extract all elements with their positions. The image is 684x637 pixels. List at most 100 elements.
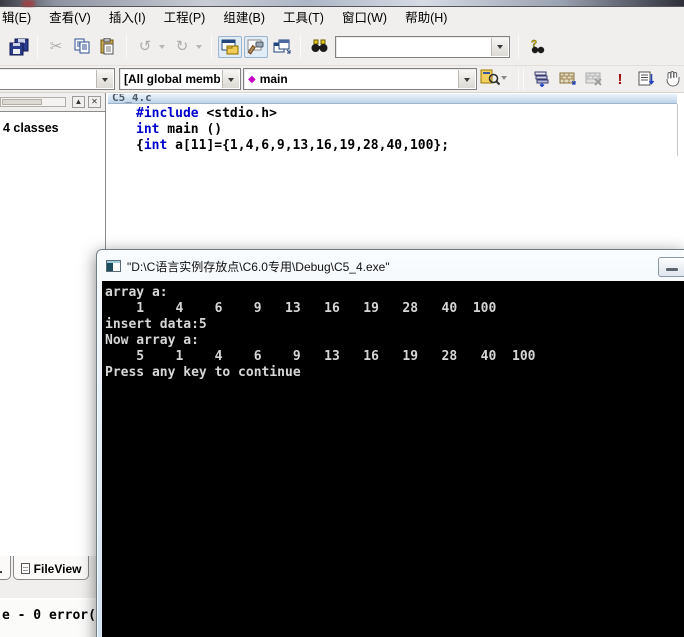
menu-item-3[interactable]: 工程(P) (155, 8, 215, 28)
code-line: int main () (136, 122, 449, 138)
compile-icon (533, 71, 551, 87)
function-combo-value: ◆main (248, 72, 456, 86)
workspace-close-button[interactable]: ✕ (88, 96, 101, 108)
console-icon (106, 260, 121, 272)
workspace-tab-[interactable]: .. (0, 556, 11, 580)
toolbar-separator (523, 68, 524, 90)
cascade-windows-icon (273, 39, 291, 55)
members-combo-value: [All global members] (124, 72, 220, 86)
toolbar-separator (518, 68, 519, 90)
tree-item-classes[interactable]: 4 classes (3, 121, 59, 135)
cascade-windows-button[interactable] (270, 36, 294, 58)
build-button[interactable] (556, 68, 580, 90)
workspace-dock-button[interactable]: ▲ (72, 96, 85, 108)
cut-button[interactable]: ✂ (44, 36, 68, 58)
search-help-icon: ? (528, 38, 546, 55)
code-area[interactable]: #include <stdio.h>int main (){int a[11]=… (136, 106, 449, 154)
menu-item-2[interactable]: 插入(I) (100, 8, 155, 28)
go-button[interactable] (634, 68, 658, 90)
code-keyword: int (136, 122, 159, 137)
paste-icon (100, 38, 116, 55)
toolbar-separator (518, 35, 519, 59)
code-line: #include <stdio.h> (136, 106, 449, 122)
find-combo-dropdown[interactable] (491, 38, 508, 56)
members-combo[interactable]: [All global members] (119, 68, 241, 90)
class-combo[interactable] (0, 68, 115, 90)
output-hammer-icon (247, 39, 265, 55)
wizard-actions-dropdown-arrow[interactable] (501, 76, 507, 83)
standard-toolbar: ✂ ↺ ↻ (0, 28, 684, 66)
redo-icon: ↻ (176, 39, 189, 54)
code-text: { (136, 138, 144, 153)
undo-dropdown-arrow[interactable] (159, 45, 165, 52)
build-icon (559, 71, 577, 87)
find-in-files-icon (310, 39, 329, 54)
class-combo-dropdown[interactable] (96, 70, 113, 88)
output-toggle-button[interactable] (244, 36, 268, 58)
wizard-actions-button[interactable] (480, 68, 511, 86)
workspace-panel: ▲ ✕ 4 classes .. FileView (0, 93, 106, 598)
copy-icon (74, 38, 91, 55)
console-minimize-button[interactable] (658, 257, 684, 277)
toolbar-separator (211, 35, 212, 59)
vc6-ide-window: 辑(E)查看(V)插入(I)工程(P)组建(B)工具(T)窗口(W)帮助(H) … (0, 0, 684, 637)
workspace-tab-label: .. (0, 562, 3, 576)
code-keyword: #include (136, 106, 199, 121)
save-all-icon (9, 38, 29, 56)
toolbar-separator (300, 35, 301, 59)
code-text: main () (159, 122, 222, 137)
app-icon (22, 1, 35, 6)
search-help-button[interactable]: ? (525, 36, 549, 58)
execute-program-button[interactable]: ! (608, 68, 632, 90)
code-keyword: int (144, 138, 167, 153)
paste-button[interactable] (96, 36, 120, 58)
code-text: <stdio.h> (199, 106, 277, 121)
editor-titlebar[interactable]: C5_4.c (108, 94, 677, 104)
cut-icon: ✂ (50, 39, 63, 54)
console-output-area[interactable]: array a: 1 4 6 9 13 16 19 28 40 100 inse… (102, 281, 684, 637)
menu-item-6[interactable]: 窗口(W) (333, 8, 396, 28)
workspace-toggle-button[interactable] (218, 36, 242, 58)
function-diamond-icon: ◆ (248, 74, 256, 85)
copy-button[interactable] (70, 36, 94, 58)
console-window: "D:\C语言实例存放点\C6.0专用\Debug\C5_4.exe" arra… (96, 249, 684, 637)
menu-item-0[interactable]: 辑(E) (0, 8, 40, 28)
redo-button[interactable]: ↻ (170, 36, 194, 58)
wizard-actions-icon (480, 68, 500, 86)
undo-button[interactable]: ↺ (133, 36, 157, 58)
execute-program-icon: ! (618, 72, 623, 87)
toolbar-separator (37, 35, 38, 59)
workspace-icon (221, 39, 239, 55)
find-combo[interactable] (335, 36, 510, 58)
menu-item-1[interactable]: 查看(V) (40, 8, 100, 28)
redo-dropdown-arrow[interactable] (196, 45, 202, 52)
breakpoint-hand-icon (664, 71, 681, 87)
workspace-hscrollbar-thumb[interactable] (2, 99, 42, 105)
toolbar-separator (126, 35, 127, 59)
workspace-header: ▲ ✕ (0, 94, 105, 110)
wizard-bar: [All global members] ◆main (0, 66, 684, 93)
workspace-tree: 4 classes (0, 111, 105, 556)
menu-item-4[interactable]: 组建(B) (214, 8, 274, 28)
minimize-icon (666, 268, 678, 271)
function-combo-dropdown[interactable] (458, 70, 475, 88)
console-titlebar[interactable]: "D:\C语言实例存放点\C6.0专用\Debug\C5_4.exe" (97, 250, 684, 281)
breakpoint-hand-button[interactable] (660, 68, 684, 90)
console-title: "D:\C语言实例存放点\C6.0专用\Debug\C5_4.exe" (127, 258, 390, 275)
function-combo[interactable]: ◆main (243, 68, 477, 90)
main-area: ▲ ✕ 4 classes .. FileView C5_4.c #include… (0, 93, 684, 600)
workspace-hscrollbar[interactable] (0, 97, 66, 107)
find-in-files-button[interactable] (307, 36, 331, 58)
console-text: array a: 1 4 6 9 13 16 19 28 40 100 inse… (105, 285, 684, 381)
members-combo-dropdown[interactable] (222, 70, 239, 88)
compile-button[interactable] (530, 68, 554, 90)
code-line: {int a[11]={1,4,6,9,13,16,19,28,40,100}; (136, 138, 449, 154)
menu-bar: 辑(E)查看(V)插入(I)工程(P)组建(B)工具(T)窗口(W)帮助(H) (0, 8, 684, 28)
stop-build-button[interactable] (582, 68, 606, 90)
menu-item-5[interactable]: 工具(T) (274, 8, 333, 28)
save-all-button[interactable] (7, 36, 31, 58)
stop-build-icon (585, 71, 603, 87)
workspace-tab-fileview[interactable]: FileView (13, 556, 90, 580)
undo-icon: ↺ (139, 39, 152, 54)
menu-item-7[interactable]: 帮助(H) (396, 8, 456, 28)
